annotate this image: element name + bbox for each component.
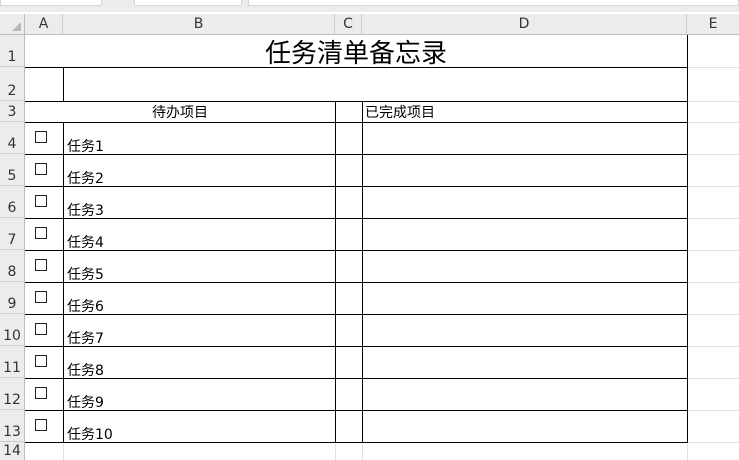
row-header-6[interactable]: 6 [0,186,25,218]
row-header-14[interactable]: 14 [0,442,25,460]
gridline [687,67,739,68]
gridline [687,154,739,155]
table-border [25,250,687,251]
table-border [25,218,687,219]
gridline [687,250,739,251]
task-checkbox[interactable] [35,131,47,143]
gridline [687,122,739,123]
sheet-tab[interactable] [248,0,739,6]
table-border [25,410,687,411]
table-border [25,346,687,347]
task-cell[interactable]: 任务10 [67,424,113,444]
gridline [362,442,363,460]
select-all-icon [12,22,21,31]
row-header-13[interactable]: 13 [0,410,25,442]
gridline [687,186,739,187]
table-border [25,378,687,379]
task-cell[interactable]: 任务6 [67,296,104,316]
table-border [25,186,687,187]
task-checkbox[interactable] [35,195,47,207]
task-cell[interactable]: 任务9 [67,392,104,412]
table-border [25,442,687,443]
todo-header[interactable]: 待办项目 [25,102,335,122]
gridline [687,101,739,102]
table-border [63,67,64,101]
done-header[interactable]: 已完成项目 [365,102,565,122]
column-header-e[interactable]: E [687,14,739,35]
row-header-2[interactable]: 2 [0,67,25,101]
task-checkbox[interactable] [35,259,47,271]
row-header-1[interactable]: 1 [0,35,25,67]
table-border [362,101,363,443]
row-header-8[interactable]: 8 [0,250,25,282]
row-header-5[interactable]: 5 [0,154,25,186]
row-header-4[interactable]: 4 [0,122,25,154]
gridline [687,442,688,460]
gridline [687,218,739,219]
gridline [687,442,739,443]
task-checkbox[interactable] [35,323,47,335]
task-checkbox[interactable] [35,419,47,431]
task-checkbox[interactable] [35,163,47,175]
sheet-title[interactable]: 任务清单备忘录 [25,35,687,69]
task-cell[interactable]: 任务2 [67,168,104,188]
gridline [687,346,739,347]
table-border [335,101,336,443]
task-checkbox[interactable] [35,355,47,367]
table-border [25,282,687,283]
sheet-tab[interactable] [0,0,102,6]
task-cell[interactable]: 任务3 [67,200,104,220]
table-border [687,35,688,443]
task-cell[interactable]: 任务8 [67,360,104,380]
task-checkbox[interactable] [35,227,47,239]
task-cell[interactable]: 任务1 [67,136,104,156]
row-header-7[interactable]: 7 [0,218,25,250]
row-header-3[interactable]: 3 [0,101,25,122]
task-checkbox[interactable] [35,291,47,303]
table-border [25,154,687,155]
gridline [687,314,739,315]
gridline [687,378,739,379]
gridline [335,442,336,460]
row-header-11[interactable]: 11 [0,346,25,378]
row-header-12[interactable]: 12 [0,378,25,410]
table-border [25,314,687,315]
select-all-corner[interactable] [0,14,25,35]
gridline [687,282,739,283]
row-header-10[interactable]: 10 [0,314,25,346]
task-checkbox[interactable] [35,387,47,399]
column-header-a[interactable]: A [25,14,63,35]
sheet-tab[interactable] [134,0,242,6]
table-border [63,122,64,443]
table-border [25,122,687,123]
gridline [63,442,64,460]
task-cell[interactable]: 任务7 [67,328,104,348]
task-cell[interactable]: 任务5 [67,264,104,284]
task-cell[interactable]: 任务4 [67,232,104,252]
row-header-9[interactable]: 9 [0,282,25,314]
gridline [687,410,739,411]
